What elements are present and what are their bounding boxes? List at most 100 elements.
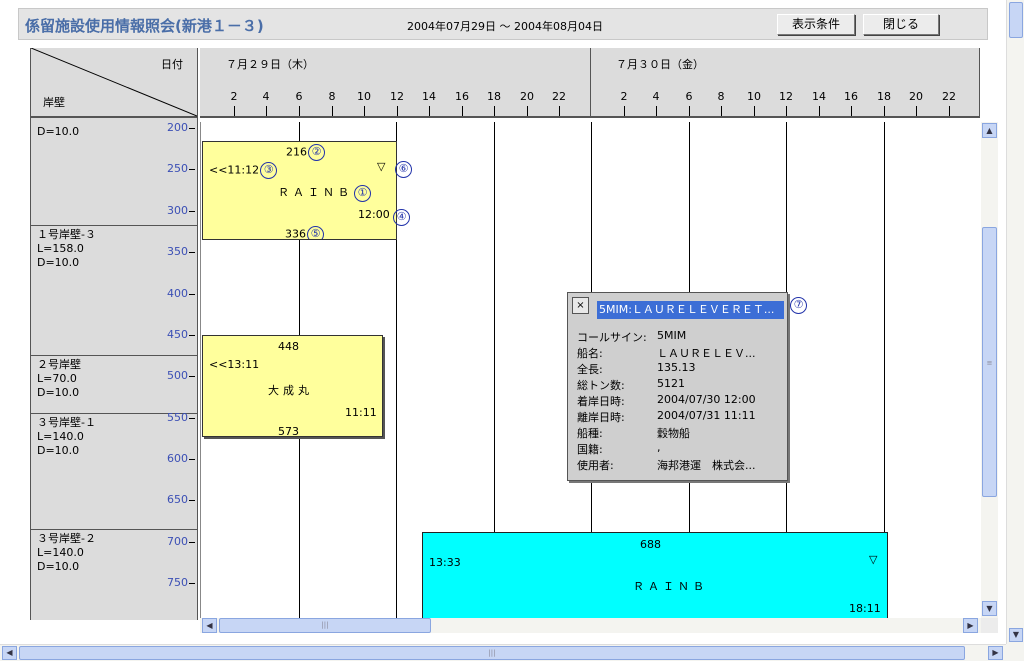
scroll-thumb[interactable]: ≡ <box>982 227 997 497</box>
info-value: ＬＡＵＲＥＬＥＶ... <box>657 347 756 360</box>
day-label: ７月３０日（金） <box>616 58 704 71</box>
hour-label: 4 <box>646 90 666 116</box>
display-conditions-button[interactable]: 表示条件 <box>777 14 855 35</box>
triangle-icon: ▽ <box>869 553 878 566</box>
position-tick: 300 <box>167 204 195 217</box>
hour-label: 12 <box>776 90 796 116</box>
hour-label: 16 <box>841 90 861 116</box>
info-value: , <box>657 441 661 454</box>
info-label: 総トン数: <box>577 379 625 392</box>
hour-label: 6 <box>289 90 309 116</box>
block-bottom-position: 573 <box>278 425 299 437</box>
scroll-up-icon[interactable]: ▲ <box>982 123 997 138</box>
block-vessel-name: ＲＡＩＮＢ ① <box>278 184 371 202</box>
block-bottom-position: 336 ⑤ <box>285 226 324 239</box>
info-value: 穀物船 <box>657 427 690 440</box>
triangle-icon: ▽ <box>377 160 386 173</box>
hour-label: 10 <box>354 90 374 116</box>
page-vertical-scrollbar[interactable]: ▼ <box>1006 0 1024 644</box>
scroll-corner <box>1006 644 1024 661</box>
quay-name: ２号岸壁 <box>37 358 81 371</box>
block-arrival: <<13:11 <box>209 358 260 371</box>
hour-label: 8 <box>711 90 731 116</box>
quay-axis-label: 岸壁 <box>43 96 65 109</box>
position-tick: 200 <box>167 121 195 134</box>
info-value: 2004/07/31 11:11 <box>657 409 756 422</box>
date-range: 2004年07月29日 ～ 2004年08月04日 <box>407 20 603 33</box>
position-tick: 700 <box>167 535 195 548</box>
quay-length: L=158.0 <box>37 242 84 255</box>
marker-1: ① <box>354 184 371 202</box>
hour-label: 22 <box>549 90 569 116</box>
hour-label: 2 <box>614 90 634 116</box>
time-header: ７月２９日（木） ７月３０日（金） 2 4 6 8 10 12 14 16 18… <box>200 48 980 118</box>
info-value: 5MIM <box>657 329 687 342</box>
quay-divider <box>31 355 197 356</box>
header-bar: 係留施設使用情報照会(新港１－３) 2004年07月29日 ～ 2004年08月… <box>18 8 988 40</box>
quay-divider <box>31 529 197 530</box>
quay-depth: D=10.0 <box>37 444 80 457</box>
quay-depth: D=10.0 <box>37 560 80 573</box>
block-departure: 11:11 <box>345 406 377 419</box>
marker-7: ⑦ <box>790 297 807 314</box>
scroll-thumb[interactable]: ||| <box>19 646 965 660</box>
position-tick: 350 <box>167 245 195 258</box>
scroll-left-icon[interactable]: ◀ <box>2 646 17 660</box>
block-vessel-name: ＲＡＩＮＢ <box>633 580 708 593</box>
hour-label: 12 <box>387 90 407 116</box>
date-axis-label: 日付 <box>161 58 183 71</box>
hour-label: 18 <box>484 90 504 116</box>
info-label: 全長: <box>577 363 603 376</box>
block-flag: ▽ <box>377 160 385 173</box>
quay-panel: 日付 岸壁 D=10.0 １号岸壁-３ L=158.0 D=10.0 ２号岸壁 … <box>30 48 198 620</box>
hour-label: 16 <box>452 90 472 116</box>
scroll-down-icon[interactable]: ▼ <box>982 601 997 616</box>
berth-block-taisei[interactable]: 448 <<13:11 大成丸 11:11 573 <box>202 335 383 437</box>
marker-5: ⑤ <box>307 226 324 239</box>
info-value: 5121 <box>657 377 685 390</box>
grid-horizontal-scrollbar[interactable]: ◀ ||| ▶ <box>200 618 981 633</box>
block-departure: 18:11 <box>849 602 881 615</box>
quay-length: L=70.0 <box>37 372 77 385</box>
hour-label: 14 <box>419 90 439 116</box>
quay-list: D=10.0 １号岸壁-３ L=158.0 D=10.0 ２号岸壁 L=70.0… <box>31 121 197 620</box>
position-tick: 400 <box>167 287 195 300</box>
quay-length: L=140.0 <box>37 430 84 443</box>
page-horizontal-scrollbar[interactable]: ◀ ||| ▶ <box>0 644 1006 661</box>
corner-header: 日付 岸壁 <box>31 48 197 118</box>
day-separator <box>590 48 591 116</box>
hour-label: 4 <box>256 90 276 116</box>
close-button[interactable]: 閉じる <box>863 14 939 35</box>
scroll-right-icon[interactable]: ▶ <box>988 646 1003 660</box>
grid-vertical-scrollbar[interactable]: ▲ ≡ ▼ <box>981 122 998 618</box>
marker-6: ⑥ <box>395 161 412 178</box>
quay-length: L=140.0 <box>37 546 84 559</box>
scroll-thumb[interactable]: ||| <box>219 618 431 633</box>
position-tick: 750 <box>167 576 195 589</box>
scroll-right-icon[interactable]: ▶ <box>963 618 978 633</box>
info-label: 船種: <box>577 427 603 440</box>
day-label: ７月２９日（木） <box>226 58 314 71</box>
scroll-thumb[interactable] <box>1009 2 1023 38</box>
position-tick: 500 <box>167 369 195 382</box>
scroll-down-icon[interactable]: ▼ <box>1009 628 1023 642</box>
info-label: コールサイン: <box>577 331 647 344</box>
berth-block-rainb-2[interactable]: 688 13:33 ▽ ＲＡＩＮＢ 18:11 <box>422 532 888 618</box>
berth-block-rainb[interactable]: 216 ② <<11:12 ③ ▽ ＲＡＩＮＢ ① 12:00 336 ⑤ <box>202 141 397 240</box>
position-tick: 650 <box>167 493 195 506</box>
quay-name: ３号岸壁-１ <box>37 416 96 429</box>
marker-3: ③ <box>260 162 278 179</box>
scroll-left-icon[interactable]: ◀ <box>202 618 217 633</box>
close-icon[interactable]: × <box>572 297 589 314</box>
quay-depth: D=10.0 <box>37 256 80 269</box>
info-value: 海邦港運 株式会... <box>657 459 756 472</box>
quay-divider <box>31 225 197 226</box>
page-title: 係留施設使用情報照会(新港１－３) <box>25 17 264 35</box>
quay-depth: D=10.0 <box>37 386 80 399</box>
hour-label: 8 <box>322 90 342 116</box>
popup-title: 5MIM:ＬＡＵＲＥＬＥＶＥＲＥＴ... <box>597 301 784 319</box>
hour-label: 20 <box>517 90 537 116</box>
hour-label: 22 <box>939 90 959 116</box>
block-top-position: 448 <box>278 340 299 353</box>
hour-label: 6 <box>679 90 699 116</box>
